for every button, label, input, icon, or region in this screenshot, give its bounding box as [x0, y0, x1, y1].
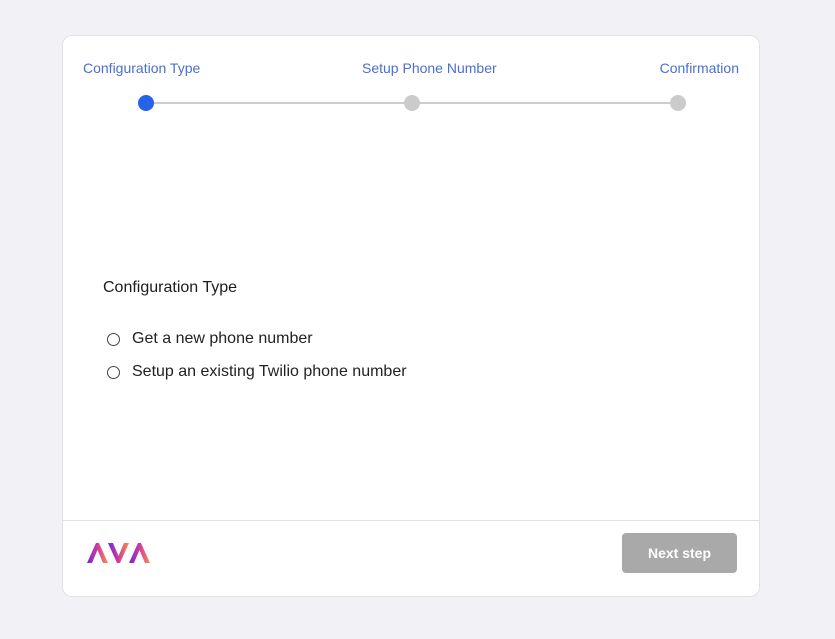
option-label: Setup an existing Twilio phone number: [132, 363, 407, 380]
option-existing-twilio-number[interactable]: Setup an existing Twilio phone number: [107, 363, 407, 381]
step-indicator-confirmation: [670, 95, 686, 111]
setup-wizard-card: Configuration Type Setup Phone Number Co…: [62, 35, 760, 597]
step-label-setup-phone-number: Setup Phone Number: [362, 60, 497, 76]
step-label-confirmation: Confirmation: [659, 60, 739, 76]
step-label-configuration-type: Configuration Type: [83, 60, 201, 76]
step-indicator-configuration-type: [138, 95, 154, 111]
next-step-button[interactable]: Next step: [622, 533, 737, 573]
radio-new-phone-number[interactable]: [107, 332, 120, 346]
stepper-track-2: [414, 102, 678, 104]
option-label: Get a new phone number: [132, 330, 313, 347]
footer-divider: [63, 520, 759, 521]
form-title: Configuration Type: [103, 279, 238, 296]
ava-logo: [86, 542, 152, 569]
radio-existing-twilio-number[interactable]: [107, 365, 120, 379]
step-indicator-setup-phone-number: [404, 95, 420, 111]
stepper-track-1: [148, 102, 412, 104]
option-new-phone-number[interactable]: Get a new phone number: [107, 330, 313, 348]
